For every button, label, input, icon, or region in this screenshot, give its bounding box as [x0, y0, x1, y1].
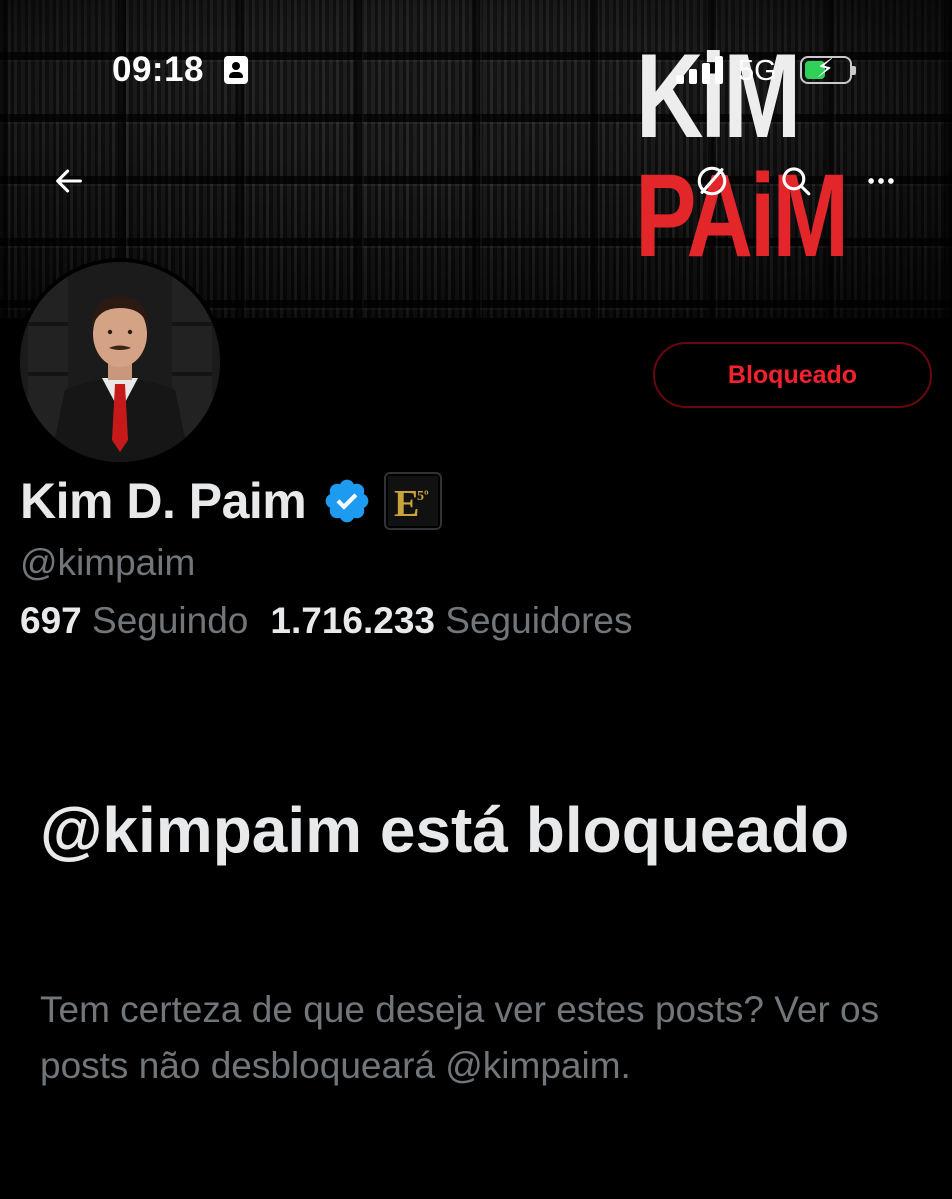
svg-text:5º: 5º — [417, 489, 429, 504]
search-button[interactable] — [766, 151, 826, 211]
following-link[interactable]: 697 Seguindo — [20, 600, 248, 641]
more-options-button[interactable] — [851, 151, 911, 211]
status-time: 09:18 — [112, 50, 205, 89]
user-handle: @kimpaim — [20, 542, 196, 583]
profile-name-row: Kim D. Paim E 5º — [20, 470, 443, 532]
arrow-left-icon — [56, 169, 82, 193]
followers-label: Seguidores — [445, 600, 633, 641]
back-button[interactable] — [39, 151, 99, 211]
avatar-portrait — [20, 262, 220, 462]
blocked-button[interactable]: Bloqueado — [653, 342, 932, 408]
no-sign-icon — [697, 166, 727, 196]
blocked-notice-description: Tem certeza de que deseja ver estes post… — [40, 989, 880, 1086]
svg-text:E: E — [394, 483, 419, 525]
spaces-button[interactable] — [682, 151, 742, 211]
more-horizontal-icon — [868, 178, 894, 184]
cellular-signal-icon — [676, 56, 724, 84]
following-label: Seguindo — [92, 600, 249, 641]
affiliate-logo-icon: E 5º — [388, 476, 439, 526]
charging-bolt-icon: ⚡ — [816, 53, 835, 83]
search-icon — [782, 167, 811, 196]
battery-icon: ⚡ — [800, 53, 856, 84]
verified-badge-icon[interactable] — [322, 476, 372, 526]
contact-card-icon — [224, 56, 248, 84]
avatar[interactable] — [16, 258, 224, 466]
followers-link[interactable]: 1.716.233 Seguidores — [270, 600, 632, 641]
display-name: Kim D. Paim — [20, 473, 307, 529]
network-type: 5G — [738, 55, 777, 87]
following-count: 697 — [20, 600, 82, 641]
follow-stats: 697 Seguindo 1.716.233 Seguidores — [20, 600, 632, 642]
blocked-notice-title: @kimpaim está bloqueado — [40, 794, 850, 866]
followers-count: 1.716.233 — [270, 600, 435, 641]
affiliate-badge[interactable]: E 5º — [384, 472, 443, 530]
